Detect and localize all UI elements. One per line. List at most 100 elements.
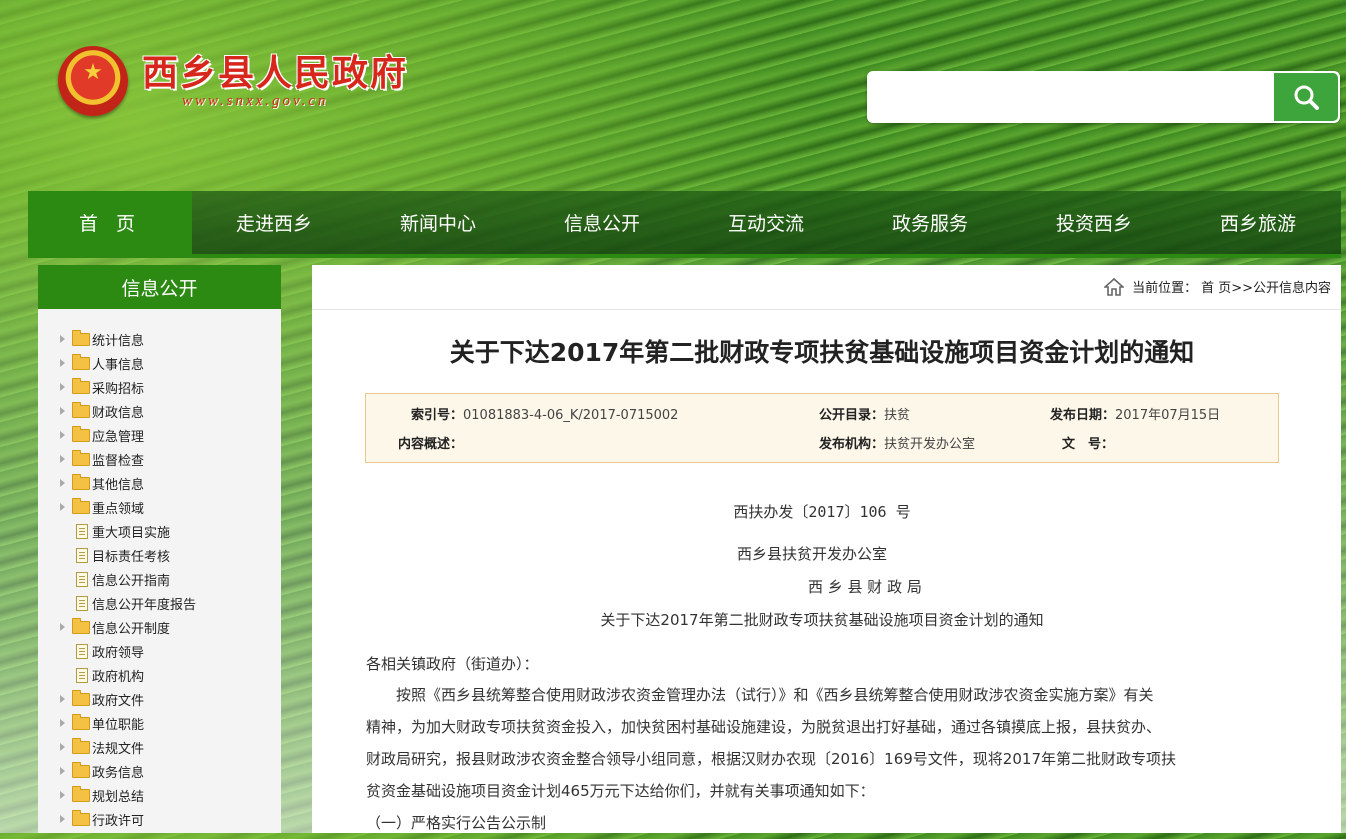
sidebar-item[interactable]: 监督检查 <box>38 447 281 471</box>
nav-interaction[interactable]: 互动交流 <box>684 191 848 254</box>
sidebar-item[interactable]: 政府文件 <box>38 687 281 711</box>
sidebar-item-label: 人事信息 <box>92 357 145 373</box>
expand-arrow-icon[interactable] <box>60 815 65 823</box>
sidebar-item[interactable]: 规划总结 <box>38 783 281 807</box>
sidebar-item[interactable]: 单位职能 <box>38 711 281 735</box>
sidebar-item-label: 行政许可 <box>92 813 145 829</box>
sidebar-item-label: 重点领域 <box>92 501 145 517</box>
folder-icon <box>72 618 90 634</box>
expand-arrow-icon[interactable] <box>60 623 65 631</box>
folder-icon <box>72 330 90 346</box>
expand-arrow-icon[interactable] <box>60 695 65 703</box>
expand-arrow-icon[interactable] <box>60 479 65 487</box>
folder-icon <box>72 498 90 514</box>
search-box <box>867 71 1340 123</box>
meta-date-label: 发布日期： <box>1050 408 1116 423</box>
sidebar-item-label: 政府文件 <box>92 693 145 709</box>
sidebar-item-label: 法规文件 <box>92 741 145 757</box>
sidebar-item[interactable]: 政府领导 <box>38 639 281 663</box>
sidebar-item[interactable]: 人事信息 <box>38 351 281 375</box>
sidebar-item-label: 目标责任考核 <box>92 549 171 565</box>
nav-home[interactable]: 首 页 <box>28 191 192 254</box>
sidebar-item[interactable]: 目标责任考核 <box>38 543 281 567</box>
sidebar-item[interactable]: 行政许可 <box>38 807 281 831</box>
sidebar-item-label: 政府机构 <box>92 669 145 685</box>
nav-tourism[interactable]: 西乡旅游 <box>1176 191 1340 254</box>
meta-summary-label: 内容概述： <box>398 437 464 452</box>
site-title: 西乡县人民政府 <box>142 51 409 94</box>
expand-arrow-icon[interactable] <box>60 743 65 751</box>
nav-about-xixiang[interactable]: 走进西乡 <box>192 191 356 254</box>
expand-arrow-icon[interactable] <box>60 455 65 463</box>
site-logo[interactable]: 西乡县人民政府 www.snxx.gov.cn <box>58 46 408 116</box>
sidebar-item[interactable]: 财政信息 <box>38 399 281 423</box>
expand-arrow-icon[interactable] <box>60 431 65 439</box>
nav-info-disclosure[interactable]: 信息公开 <box>520 191 684 254</box>
document-icon <box>76 572 88 587</box>
sidebar-item[interactable]: 统计信息 <box>38 327 281 351</box>
expand-arrow-icon[interactable] <box>60 503 65 511</box>
sidebar-item[interactable]: 信息公开制度 <box>38 615 281 639</box>
nav-gov-services[interactable]: 政务服务 <box>848 191 1012 254</box>
sidebar-item[interactable]: 信息公开指南 <box>38 567 281 591</box>
sidebar-item-label: 统计信息 <box>92 333 145 349</box>
meta-date-value: 2017年07月15日 <box>1115 408 1221 423</box>
meta-org-label: 发布机构： <box>819 437 885 452</box>
expand-arrow-icon[interactable] <box>60 383 65 391</box>
sidebar-item[interactable]: 应急管理 <box>38 423 281 447</box>
sidebar-item-label: 监督检查 <box>92 453 145 469</box>
search-icon <box>1294 85 1319 110</box>
document-number: 西扶办发〔2017〕106 号 <box>733 503 911 521</box>
folder-icon <box>72 810 90 826</box>
sidebar-item-label: 单位职能 <box>92 717 145 733</box>
sidebar-item-label: 采购招标 <box>92 381 145 397</box>
expand-arrow-icon[interactable] <box>60 335 65 343</box>
sidebar-item[interactable]: 重点领域 <box>38 495 281 519</box>
sidebar-item[interactable]: 政府机构 <box>38 663 281 687</box>
sidebar-item-label: 应急管理 <box>92 429 145 445</box>
sidebar-item[interactable]: 信息公开年度报告 <box>38 591 281 615</box>
sidebar-list: 统计信息人事信息采购招标财政信息应急管理监督检查其他信息重点领域重大项目实施目标… <box>38 309 281 831</box>
sidebar-title: 信息公开 <box>38 265 281 309</box>
folder-icon <box>72 354 90 370</box>
site-url: www.snxx.gov.cn <box>182 92 329 109</box>
sidebar-item[interactable]: 其他信息 <box>38 471 281 495</box>
sidebar-item-label: 信息公开年度报告 <box>92 597 197 613</box>
folder-icon <box>72 714 90 730</box>
sidebar-item[interactable]: 采购招标 <box>38 375 281 399</box>
document-icon <box>76 524 88 539</box>
meta-catalog-label: 公开目录： <box>819 408 885 423</box>
sidebar-item-label: 信息公开制度 <box>92 621 171 637</box>
sidebar-item-label: 信息公开指南 <box>92 573 171 589</box>
expand-arrow-icon[interactable] <box>60 719 65 727</box>
breadcrumb-path[interactable]: 首 页>>公开信息内容 <box>1201 277 1331 296</box>
folder-icon <box>72 426 90 442</box>
article-body: 按照《西乡县统筹整合使用财政涉农资金管理办法（试行）》和《西乡县统筹整合使用财政… <box>366 679 1266 839</box>
sidebar-item-label: 财政信息 <box>92 405 145 421</box>
document-icon <box>76 596 88 611</box>
breadcrumb: 当前位置： 首 页>>公开信息内容 <box>1104 277 1331 296</box>
sidebar-item[interactable]: 政务信息 <box>38 759 281 783</box>
national-emblem-icon <box>58 46 128 116</box>
search-input[interactable] <box>877 81 1266 115</box>
expand-arrow-icon[interactable] <box>60 359 65 367</box>
search-button[interactable] <box>1274 73 1338 121</box>
nav-invest[interactable]: 投资西乡 <box>1012 191 1176 254</box>
meta-catalog-value: 扶贫 <box>884 408 911 423</box>
sidebar-item[interactable]: 重大项目实施 <box>38 519 281 543</box>
folder-icon <box>72 690 90 706</box>
home-icon[interactable] <box>1104 277 1125 296</box>
document-icon <box>76 668 88 683</box>
folder-icon <box>72 762 90 778</box>
sidebar: 信息公开 统计信息人事信息采购招标财政信息应急管理监督检查其他信息重点领域重大项… <box>38 265 281 833</box>
folder-icon <box>72 378 90 394</box>
expand-arrow-icon[interactable] <box>60 407 65 415</box>
expand-arrow-icon[interactable] <box>60 767 65 775</box>
sidebar-item-label: 其他信息 <box>92 477 145 493</box>
body-line: 贫资金基础设施项目资金计划465万元下达给你们，并就有关事项通知如下： <box>366 782 875 800</box>
meta-index-label: 索引号： <box>411 408 464 423</box>
nav-underline <box>28 254 1341 258</box>
sidebar-item[interactable]: 法规文件 <box>38 735 281 759</box>
nav-news-center[interactable]: 新闻中心 <box>356 191 520 254</box>
expand-arrow-icon[interactable] <box>60 791 65 799</box>
